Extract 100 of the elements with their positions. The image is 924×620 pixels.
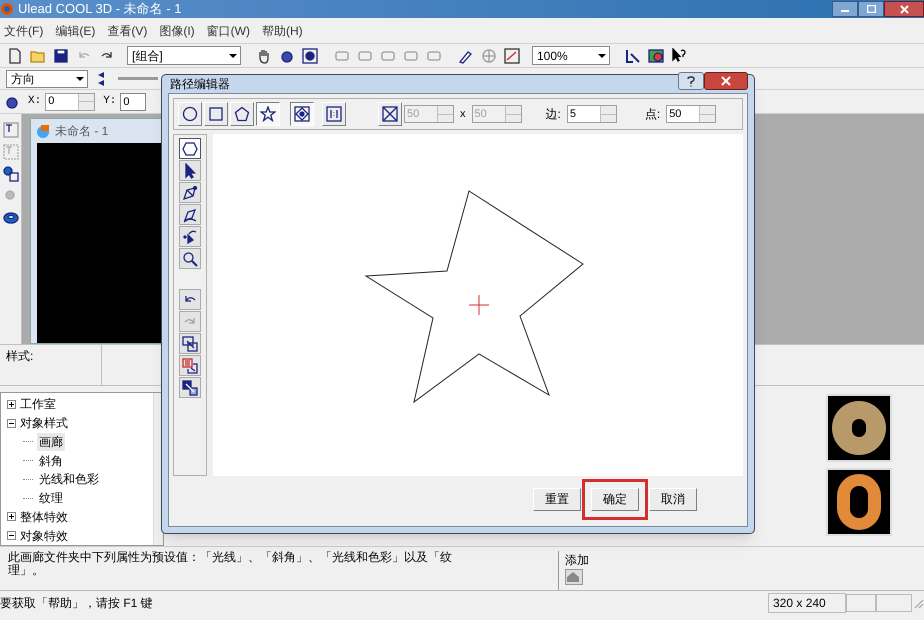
x-field[interactable]: 0 (45, 92, 96, 110)
document-icon (35, 123, 51, 139)
search-icon (182, 250, 198, 266)
description-text: 此画廊文件夹中下列属性为预设值：「光线」、「斜角」、「光线和色彩」以及「纹理」。 (7, 551, 453, 579)
box-icon (382, 106, 398, 122)
y-label: Y: (103, 94, 116, 110)
expand-toggle-icon[interactable] (7, 512, 16, 522)
status-text: 要获取「帮助」，请按 F1 键 (0, 594, 154, 612)
globe-icon (481, 48, 497, 64)
path-tool[interactable] (179, 377, 201, 398)
center-icon (294, 106, 310, 122)
path-tool[interactable] (179, 160, 201, 181)
pen-icon (182, 184, 198, 200)
resize-grip-icon[interactable] (912, 596, 924, 608)
star-icon (260, 106, 276, 122)
times-sign: x (460, 106, 466, 122)
tree-item[interactable]: 对象特效 (20, 526, 68, 545)
dropdown-arrow-icon (229, 54, 237, 58)
fit-icon (182, 380, 198, 396)
x-label: X: (28, 94, 42, 110)
close-button[interactable] (704, 72, 748, 90)
help-button[interactable] (678, 72, 704, 90)
add-label: 添加 (565, 552, 589, 569)
menu-item[interactable]: 文件(F) (4, 22, 44, 40)
collapse-toggle-icon[interactable] (7, 531, 16, 540)
minimize-button[interactable] (832, 1, 858, 17)
dropdown-arrow-icon (76, 76, 84, 80)
dialog-button[interactable]: 取消 (649, 488, 697, 510)
collapse-toggle-icon[interactable] (7, 418, 16, 428)
menu-item[interactable]: 查看(V) (107, 22, 148, 40)
tree-item[interactable]: 画廊 (37, 432, 65, 451)
dialog-title: 路径编辑器 (170, 76, 230, 93)
sphere-icon (2, 166, 18, 182)
path-tool[interactable] (179, 138, 201, 159)
maximize-icon (866, 5, 876, 13)
menu-item[interactable]: 帮助(H) (262, 22, 303, 40)
sides-field[interactable]: 5 (566, 105, 617, 123)
text-icon (2, 144, 18, 160)
menu-item[interactable]: 窗口(W) (206, 22, 250, 40)
menu-item[interactable]: 图像(I) (159, 22, 195, 40)
path-tool[interactable] (179, 182, 201, 203)
box-button[interactable] (378, 102, 402, 126)
path-tool[interactable] (179, 355, 201, 376)
export-icon (625, 48, 641, 64)
node-icon (182, 228, 198, 244)
status-size: 320 x 240 (768, 592, 846, 612)
path-tool[interactable] (179, 333, 201, 354)
tree-item[interactable]: 工作室 (20, 395, 56, 414)
points-field[interactable]: 50 (666, 105, 716, 123)
path-tool[interactable] (179, 248, 201, 269)
center-button[interactable] (290, 102, 314, 126)
attribute-dropdown[interactable]: 方向 (6, 70, 88, 88)
add-button[interactable] (565, 569, 583, 585)
status-pane (846, 594, 876, 612)
pentagon-icon (234, 106, 250, 122)
square-icon (208, 106, 224, 122)
torus-icon (2, 210, 18, 226)
question-icon (687, 76, 695, 86)
tree-item[interactable]: 对象样式 (20, 414, 68, 432)
expand-toggle-icon[interactable] (7, 400, 16, 409)
help-icon (671, 48, 687, 64)
path-tool[interactable] (179, 204, 201, 225)
pen-icon (182, 206, 198, 222)
dropdown-arrow-icon (598, 54, 606, 58)
target-icon (302, 48, 318, 64)
gallery-thumbnail[interactable] (826, 394, 892, 462)
gallery-thumbnail[interactable] (826, 468, 892, 536)
app-icon (0, 2, 14, 16)
close-icon (900, 4, 908, 14)
slider-track[interactable] (118, 77, 158, 80)
status-pane (876, 594, 912, 612)
path-tool[interactable] (179, 226, 201, 247)
house-icon (566, 571, 580, 583)
dialog-button[interactable]: 确定 (591, 488, 639, 510)
sides-label: 边: (546, 106, 561, 123)
zoom-dropdown[interactable]: 100% (532, 46, 610, 65)
object-dropdown[interactable]: [组合] (127, 46, 241, 65)
dialog-button[interactable]: 重置 (533, 488, 581, 510)
style-label: 样式: (0, 345, 102, 385)
menu-item[interactable]: 编辑(E) (55, 22, 96, 40)
tree-item[interactable]: 整体特效 (20, 508, 68, 526)
y-field[interactable]: 0 (120, 92, 146, 110)
tree-item[interactable]: 纹理 (37, 489, 65, 508)
circle-icon (182, 106, 198, 122)
points-label: 点: (644, 106, 660, 123)
import-icon (182, 336, 198, 352)
close-button[interactable] (884, 1, 924, 17)
ratio-icon (326, 106, 342, 122)
tree-item[interactable]: 斜角 (37, 452, 65, 470)
center-marker (468, 294, 490, 316)
document-title: 未命名 - 1 (55, 123, 108, 140)
tree-item[interactable]: 光线和色彩 (37, 470, 101, 488)
text-icon (2, 122, 18, 138)
window-title: Ulead COOL 3D - 未命名 - 1 (18, 0, 182, 18)
text-import-icon (182, 358, 198, 374)
maximize-button[interactable] (858, 1, 884, 17)
path-tool[interactable] (179, 289, 201, 310)
ratio-button[interactable] (322, 102, 346, 126)
close-icon (721, 76, 731, 86)
shape-tool[interactable] (256, 102, 280, 126)
